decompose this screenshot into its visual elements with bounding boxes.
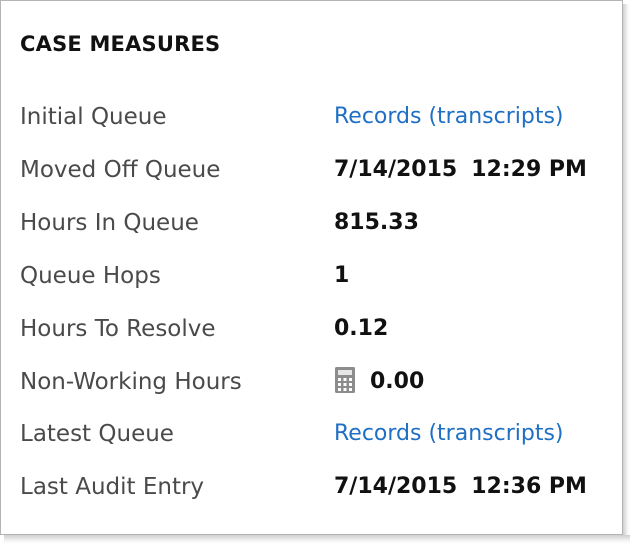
moved-off-queue-time: 12:29 PM [471,157,587,182]
queue-hops-label: Queue Hops [20,263,161,289]
last-audit-entry-time: 12:36 PM [471,474,587,499]
non-working-hours-value: 0.00 [334,362,424,402]
field-row-moved-off-queue: Moved Off Queue 7/14/2015 12:29 PM [0,150,620,190]
field-row-queue-hops: Queue Hops 1 [0,256,620,296]
initial-queue-link[interactable]: Records (transcripts) [334,97,564,137]
panel-shadow-bottom [4,535,630,544]
field-row-last-audit-entry: Last Audit Entry 7/14/2015 12:36 PM [0,467,620,507]
last-audit-entry-label: Last Audit Entry [20,474,205,500]
section-title: CASE MEASURES [20,32,221,56]
moved-off-queue-date: 7/14/2015 [334,157,458,182]
queue-hops-value: 1 [334,263,350,288]
field-row-latest-queue: Latest Queue Records (transcripts) [0,414,620,454]
panel-shadow-right [623,4,630,539]
hours-to-resolve-value: 0.12 [334,316,389,341]
moved-off-queue-value: 7/14/2015 12:29 PM [334,150,587,190]
field-row-non-working-hours: Non-Working Hours 0.00 [0,362,620,402]
field-row-hours-in-queue: Hours In Queue 815.33 [0,203,620,243]
last-audit-entry-date: 7/14/2015 [334,474,458,499]
initial-queue-label: Initial Queue [20,104,167,130]
latest-queue-label: Latest Queue [20,421,174,447]
hours-to-resolve-label: Hours To Resolve [20,316,216,342]
latest-queue-link[interactable]: Records (transcripts) [334,414,564,454]
hours-in-queue-value: 815.33 [334,210,419,235]
non-working-hours-label: Non-Working Hours [20,369,242,395]
calculator-icon [335,367,355,393]
hours-in-queue-label: Hours In Queue [20,210,199,236]
last-audit-entry-value: 7/14/2015 12:36 PM [334,467,587,507]
field-row-initial-queue: Initial Queue Records (transcripts) [0,97,620,137]
field-row-hours-to-resolve: Hours To Resolve 0.12 [0,309,620,349]
moved-off-queue-label: Moved Off Queue [20,157,221,183]
non-working-hours-number: 0.00 [370,369,425,394]
